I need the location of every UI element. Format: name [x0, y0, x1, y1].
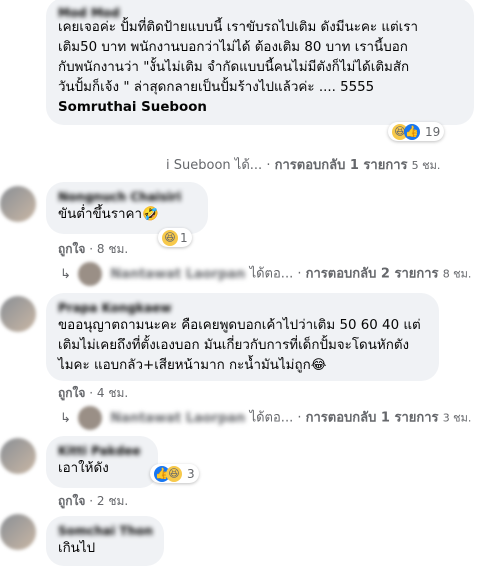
replies-count-link[interactable]: การตอบกลับ 1 รายการ [306, 411, 439, 426]
commenter-name[interactable]: Kitti Pakdee [58, 444, 146, 459]
reaction-summary[interactable]: 👍 😆 3 [150, 464, 199, 483]
comment-bubble: Mod Mod เคยเจอค่ะ ปั้มที่ติดป้ายแบบนี้ เ… [46, 0, 474, 125]
comment-text: เกินไป [58, 541, 96, 556]
dot-separator: · [297, 266, 302, 282]
reaction-summary[interactable]: 😆 1 [158, 228, 192, 247]
avatar[interactable] [0, 514, 36, 550]
haha-icon: 😆 [162, 229, 178, 246]
replier-name: Nantawat Laorpan [110, 410, 246, 426]
reply-time: 8 ชม. [442, 267, 472, 281]
avatar[interactable] [0, 186, 36, 222]
reaction-summary[interactable]: 😆 👍 19 [388, 122, 445, 141]
reaction-count: 1 [180, 230, 188, 245]
view-replies-row[interactable]: i Sueboon ได้... · การตอบกลับ 1 รายการ 5… [166, 154, 440, 175]
view-replies-row[interactable]: ↳ Nantawat Laorpan ได้ตอ... · การตอบกลับ… [60, 406, 471, 430]
avatar [78, 406, 103, 430]
comment-actions: ถูกใจ · 2 ชม. [58, 492, 128, 511]
commenter-name[interactable]: Prapa Kongkaew [58, 301, 427, 316]
comment-bubble: Somchai Thongsuk เกินไป [46, 516, 164, 566]
comment-actions: ถูกใจ · 4 ชม. [58, 384, 128, 403]
commenter-name[interactable]: Mod Mod [58, 6, 462, 18]
replier-name: i Sueboon [166, 158, 231, 173]
reply-label: ได้ตอ... [249, 266, 294, 282]
view-replies-row[interactable]: ↳ Nantawat Laorpan ได้ตอ... · การตอบกลับ… [60, 262, 471, 286]
tagged-user[interactable]: Somruthai Sueboon [58, 98, 462, 118]
reaction-count: 19 [425, 124, 441, 139]
reply-arrow-icon: ↳ [60, 266, 71, 282]
avatar[interactable] [0, 296, 36, 332]
reply-time: 3 ชม. [442, 411, 472, 425]
dot-separator: · [297, 410, 302, 426]
comment-time[interactable]: 4 ชม. [97, 386, 128, 400]
comment-bubble: Kitti Pakdee เอาให้ดัง [46, 436, 158, 488]
comment-time[interactable]: 8 ชม. [97, 242, 128, 256]
comment-actions: ถูกใจ · 8 ชม. [58, 240, 128, 259]
comment-text: เอาให้ดัง [58, 461, 109, 476]
dot-separator: · [89, 386, 94, 400]
reply-label: ได้... [234, 158, 263, 173]
dot-separator: · [89, 242, 94, 256]
comment-time[interactable]: 2 ชม. [97, 494, 128, 508]
comment-text: ขออนุญาตถามนะคะ คือเคยพูดบอกเค้าไปว่าเติ… [58, 318, 421, 373]
comment-text: ขันต่ำขึ้นราคา🤣 [58, 207, 159, 222]
reply-time: 5 ชม. [411, 159, 441, 172]
like-link[interactable]: ถูกใจ [58, 494, 85, 508]
reply-label: ได้ตอ... [249, 410, 294, 426]
reply-arrow-icon: ↳ [60, 410, 71, 426]
haha-icon: 😆 [166, 465, 182, 482]
like-link[interactable]: ถูกใจ [58, 386, 85, 400]
like-link[interactable]: ถูกใจ [58, 242, 85, 256]
reaction-count: 3 [187, 466, 195, 481]
comment-bubble: Prapa Kongkaew ขออนุญาตถามนะคะ คือเคยพูด… [46, 293, 439, 381]
comment-bubble: Nongnuch Chaisiri ขันต่ำขึ้นราคา🤣 [46, 182, 208, 234]
avatar[interactable] [0, 438, 36, 474]
commenter-name[interactable]: Somchai Thongsuk [58, 524, 152, 539]
dot-separator: · [89, 494, 94, 508]
commenter-name[interactable]: Nongnuch Chaisiri [58, 190, 196, 205]
replies-count-link[interactable]: การตอบกลับ 1 รายการ [275, 158, 408, 173]
dot-separator: · [266, 158, 271, 173]
comment-text: เคยเจอค่ะ ปั้มที่ติดป้ายแบบนี้ เราขับรถไ… [58, 20, 418, 95]
replier-name: Nantawat Laorpan [110, 266, 246, 282]
like-icon: 👍 [404, 123, 420, 140]
avatar [78, 262, 103, 286]
replies-count-link[interactable]: การตอบกลับ 2 รายการ [306, 267, 439, 282]
